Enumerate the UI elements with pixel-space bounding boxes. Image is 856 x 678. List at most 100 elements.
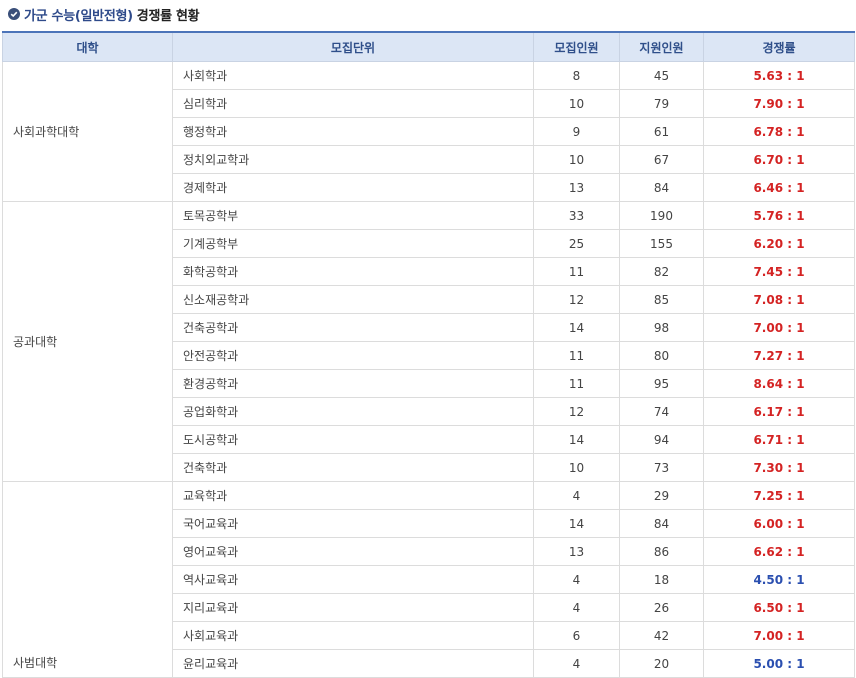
unit-cell: 지리교육과: [172, 593, 534, 622]
college-cell: 사범대학: [2, 481, 173, 678]
unit-cell: 정치외교학과: [172, 145, 534, 174]
header-applicants: 지원인원: [619, 31, 704, 62]
rate-cell: 7.00 : 1: [703, 621, 855, 650]
applicants-cell: 94: [619, 425, 704, 454]
quota-cell: 11: [533, 341, 620, 370]
applicants-cell: 85: [619, 285, 704, 314]
rate-cell: 7.08 : 1: [703, 285, 855, 314]
unit-cell: 심리학과: [172, 89, 534, 118]
rate-cell: 6.46 : 1: [703, 173, 855, 202]
college-cell: 공과대학: [2, 201, 173, 482]
rate-cell: 6.78 : 1: [703, 117, 855, 146]
unit-cell: 도시공학과: [172, 425, 534, 454]
quota-cell: 13: [533, 537, 620, 566]
rate-cell: 7.30 : 1: [703, 453, 855, 482]
unit-cell: 기계공학부: [172, 229, 534, 258]
quota-cell: 12: [533, 397, 620, 426]
applicants-cell: 86: [619, 537, 704, 566]
rate-cell: 5.63 : 1: [703, 61, 855, 90]
unit-cell: 건축학과: [172, 453, 534, 482]
quota-cell: 4: [533, 649, 620, 678]
applicants-cell: 84: [619, 509, 704, 538]
quota-cell: 6: [533, 621, 620, 650]
applicants-cell: 18: [619, 565, 704, 594]
unit-cell: 사회교육과: [172, 621, 534, 650]
applicants-cell: 79: [619, 89, 704, 118]
header-college: 대학: [2, 31, 173, 62]
applicants-cell: 74: [619, 397, 704, 426]
applicants-cell: 73: [619, 453, 704, 482]
unit-cell: 영어교육과: [172, 537, 534, 566]
quota-cell: 4: [533, 593, 620, 622]
unit-cell: 교육학과: [172, 481, 534, 510]
unit-cell: 국어교육과: [172, 509, 534, 538]
applicants-cell: 67: [619, 145, 704, 174]
competition-rate-table: 대학 모집단위 모집인원 지원인원 경쟁률 사회과학대학 사회학과 8 45 5.63 …: [2, 31, 855, 678]
applicants-cell: 61: [619, 117, 704, 146]
applicants-cell: 42: [619, 621, 704, 650]
quota-cell: 8: [533, 61, 620, 90]
rate-cell: 6.20 : 1: [703, 229, 855, 258]
quota-cell: 9: [533, 117, 620, 146]
header-rate: 경쟁률: [703, 31, 855, 62]
applicants-cell: 190: [619, 201, 704, 230]
quota-cell: 14: [533, 425, 620, 454]
rate-cell: 7.00 : 1: [703, 313, 855, 342]
applicants-cell: 80: [619, 341, 704, 370]
applicants-cell: 98: [619, 313, 704, 342]
applicants-cell: 155: [619, 229, 704, 258]
section-title-main: 가군 수능(일반전형): [24, 8, 133, 24]
rate-cell: 4.50 : 1: [703, 565, 855, 594]
quota-cell: 10: [533, 89, 620, 118]
quota-cell: 11: [533, 369, 620, 398]
header-unit: 모집단위: [172, 31, 534, 62]
applicants-cell: 95: [619, 369, 704, 398]
applicants-cell: 84: [619, 173, 704, 202]
rate-cell: 7.27 : 1: [703, 341, 855, 370]
table-row: 공과대학 토목공학부 33 190 5.76 : 1: [2, 201, 855, 482]
unit-cell: 행정학과: [172, 117, 534, 146]
rate-cell: 7.90 : 1: [703, 89, 855, 118]
rate-cell: 7.25 : 1: [703, 481, 855, 510]
quota-cell: 33: [533, 201, 620, 230]
applicants-cell: 45: [619, 61, 704, 90]
unit-cell: 신소재공학과: [172, 285, 534, 314]
unit-cell: 역사교육과: [172, 565, 534, 594]
quota-cell: 25: [533, 229, 620, 258]
quota-cell: 14: [533, 313, 620, 342]
quota-cell: 11: [533, 257, 620, 286]
unit-cell: 경제학과: [172, 173, 534, 202]
quota-cell: 4: [533, 481, 620, 510]
applicants-cell: 26: [619, 593, 704, 622]
section-title: 가군 수능(일반전형) 경쟁률 현황: [8, 4, 200, 24]
rate-cell: 7.45 : 1: [703, 257, 855, 286]
unit-cell: 안전공학과: [172, 341, 534, 370]
college-cell: 사회과학대학: [2, 61, 173, 202]
check-circle-icon: [8, 8, 20, 20]
unit-cell: 화학공학과: [172, 257, 534, 286]
rate-cell: 6.62 : 1: [703, 537, 855, 566]
rate-cell: 6.71 : 1: [703, 425, 855, 454]
table-row: 사범대학 교육학과 4 29 7.25 : 1: [2, 481, 855, 678]
unit-cell: 공업화학과: [172, 397, 534, 426]
quota-cell: 10: [533, 453, 620, 482]
unit-cell: 토목공학부: [172, 201, 534, 230]
rate-cell: 6.00 : 1: [703, 509, 855, 538]
rate-cell: 6.17 : 1: [703, 397, 855, 426]
applicants-cell: 29: [619, 481, 704, 510]
unit-cell: 건축공학과: [172, 313, 534, 342]
table-header-row: 대학 모집단위 모집인원 지원인원 경쟁률: [2, 31, 855, 62]
applicants-cell: 20: [619, 649, 704, 678]
section-title-sub: 경쟁률 현황: [136, 8, 200, 24]
quota-cell: 14: [533, 509, 620, 538]
quota-cell: 4: [533, 565, 620, 594]
unit-cell: 환경공학과: [172, 369, 534, 398]
unit-cell: 사회학과: [172, 61, 534, 90]
applicants-cell: 82: [619, 257, 704, 286]
quota-cell: 13: [533, 173, 620, 202]
table-row: 사회과학대학 사회학과 8 45 5.63 : 1: [2, 61, 855, 202]
rate-cell: 5.00 : 1: [703, 649, 855, 678]
rate-cell: 6.70 : 1: [703, 145, 855, 174]
quota-cell: 12: [533, 285, 620, 314]
rate-cell: 8.64 : 1: [703, 369, 855, 398]
